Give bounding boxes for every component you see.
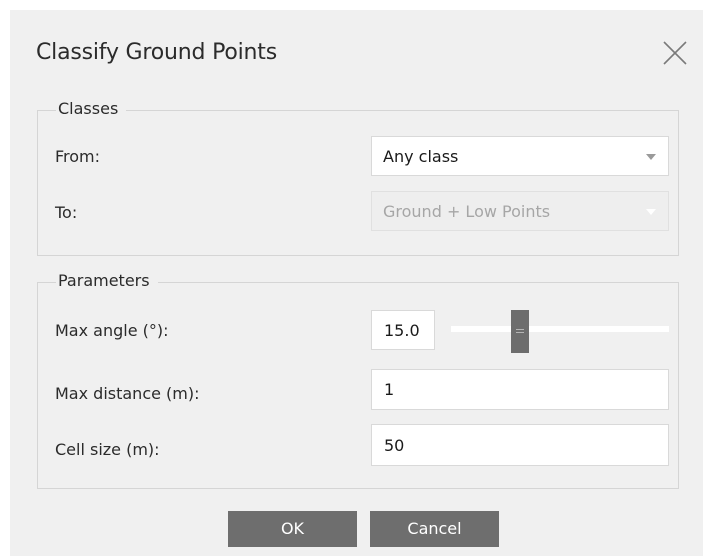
classes-group-label: Classes (56, 99, 127, 118)
to-label: To: (55, 203, 78, 222)
max-angle-field[interactable] (371, 310, 435, 350)
from-label: From: (55, 147, 101, 166)
to-class-value: Ground + Low Points (383, 202, 551, 221)
close-icon (663, 41, 687, 65)
cell-size-input[interactable] (372, 425, 668, 465)
max-angle-label: Max angle (°): (55, 321, 169, 340)
from-class-value: Any class (383, 147, 459, 166)
cell-size-field[interactable] (371, 424, 669, 466)
max-angle-slider-thumb[interactable] (511, 310, 529, 353)
grip-line (516, 332, 524, 333)
chevron-down-icon (646, 154, 656, 160)
max-angle-input[interactable] (372, 311, 434, 349)
max-distance-field[interactable] (371, 369, 669, 410)
max-angle-slider-track[interactable] (451, 326, 669, 332)
classify-ground-points-dialog: Classify Ground Points Classes From: Any… (10, 10, 703, 556)
grip-line (516, 329, 524, 330)
to-class-dropdown: Ground + Low Points (371, 191, 669, 231)
max-distance-input[interactable] (372, 370, 668, 409)
from-class-dropdown[interactable]: Any class (371, 136, 669, 176)
parameters-group-label: Parameters (56, 271, 158, 290)
cell-size-label: Cell size (m): (55, 440, 160, 459)
dialog-title: Classify Ground Points (36, 40, 277, 65)
ok-button[interactable]: OK (228, 511, 357, 547)
close-button[interactable] (660, 38, 690, 68)
chevron-down-icon (646, 209, 656, 215)
classes-group: Classes (37, 99, 679, 256)
max-distance-label: Max distance (m): (55, 384, 200, 403)
cancel-button[interactable]: Cancel (370, 511, 499, 547)
